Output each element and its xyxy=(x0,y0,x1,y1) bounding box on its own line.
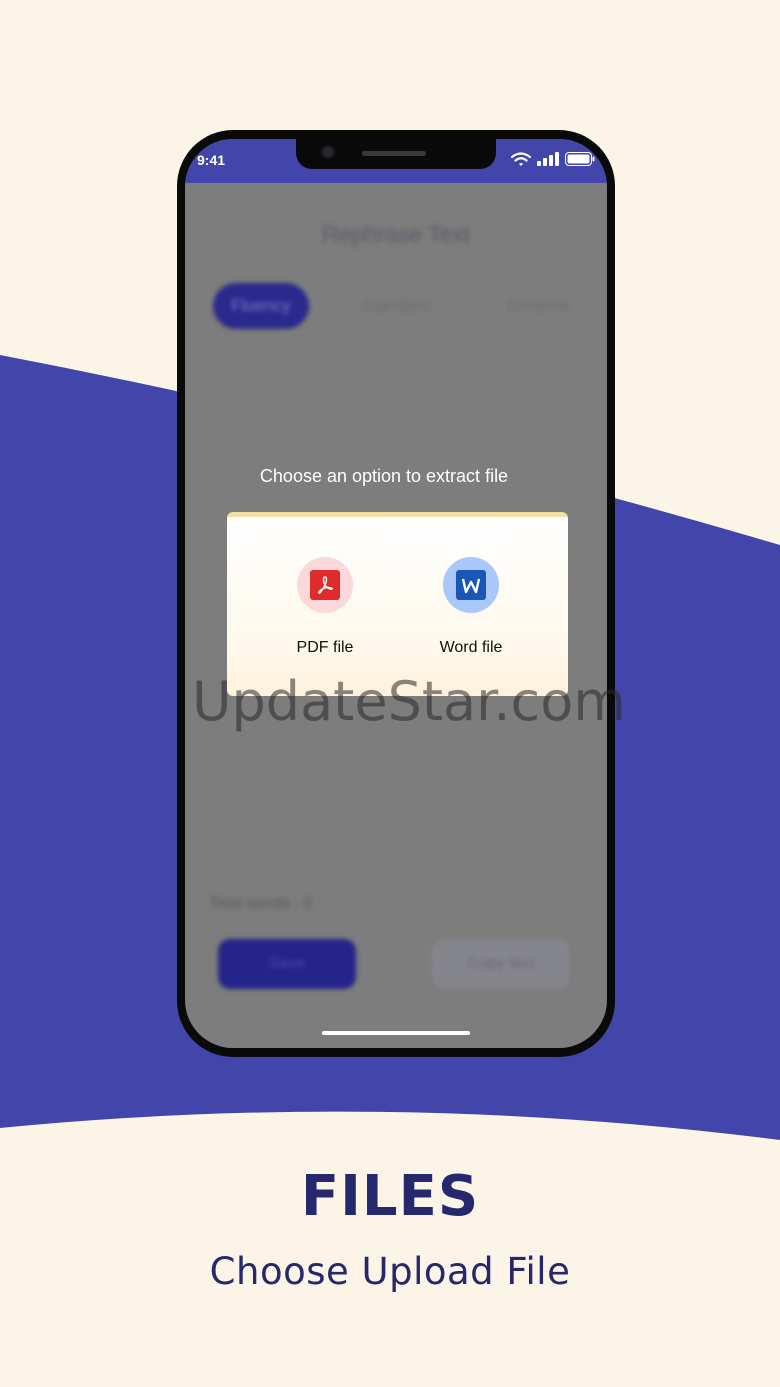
wifi-icon xyxy=(511,151,531,167)
dialog-title: Choose an option to extract file xyxy=(259,466,509,486)
app-title: Rephrase Text xyxy=(322,221,470,247)
pdf-file-icon xyxy=(297,557,353,613)
phone-notch xyxy=(296,139,496,169)
copy-text-button[interactable]: Copy text xyxy=(432,939,570,989)
home-indicator xyxy=(322,1031,470,1035)
camera-icon xyxy=(321,145,335,159)
word-file-label: Word file xyxy=(439,639,503,656)
total-words-label: Total words : 0 xyxy=(209,895,313,912)
file-type-dialog: PDF file Word file xyxy=(227,512,568,696)
mode-creative-tab[interactable]: Creative xyxy=(501,283,575,329)
status-time: 9:41 xyxy=(197,152,226,168)
word-file-option[interactable]: Word file xyxy=(411,557,531,657)
mode-standard-tab[interactable]: Standard xyxy=(357,283,435,329)
caption-subtitle: Choose Upload File xyxy=(209,1250,571,1293)
save-button[interactable]: Save xyxy=(218,939,356,989)
status-bar: 9:41 xyxy=(185,139,607,183)
status-icons xyxy=(511,151,595,167)
caption-title: FILES xyxy=(300,1164,480,1229)
battery-icon xyxy=(565,152,595,166)
signal-icon xyxy=(537,152,559,166)
phone-screen: Rephrase Text Fluency Standard Creative … xyxy=(185,139,607,1048)
mode-fluency-tab[interactable]: Fluency xyxy=(213,283,309,329)
speaker-grille xyxy=(362,151,426,156)
word-file-icon xyxy=(443,557,499,613)
pdf-file-option[interactable]: PDF file xyxy=(265,557,385,657)
pdf-file-label: PDF file xyxy=(296,639,354,656)
watermark: UpdateStar.com xyxy=(192,670,626,733)
phone-mockup: Rephrase Text Fluency Standard Creative … xyxy=(177,130,615,1057)
